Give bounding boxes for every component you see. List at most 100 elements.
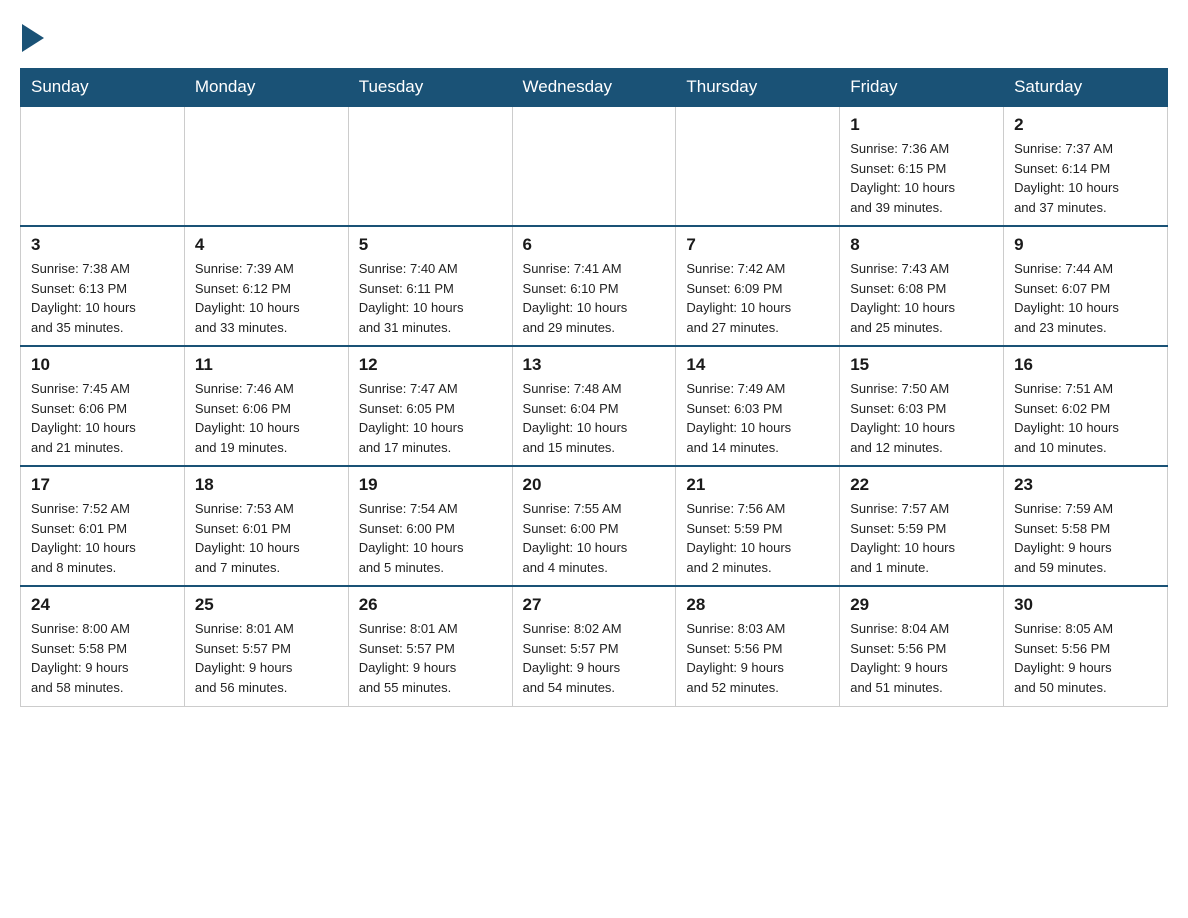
- day-info: Sunrise: 7:50 AMSunset: 6:03 PMDaylight:…: [850, 379, 993, 457]
- day-number: 3: [31, 235, 174, 255]
- day-number: 30: [1014, 595, 1157, 615]
- calendar-cell: 6 Sunrise: 7:41 AMSunset: 6:10 PMDaylight…: [512, 226, 676, 346]
- day-info: Sunrise: 7:56 AMSunset: 5:59 PMDaylight:…: [686, 499, 829, 577]
- calendar-cell: 20 Sunrise: 7:55 AMSunset: 6:00 PMDayligh…: [512, 466, 676, 586]
- day-info: Sunrise: 8:04 AMSunset: 5:56 PMDaylight:…: [850, 619, 993, 697]
- day-number: 24: [31, 595, 174, 615]
- day-info: Sunrise: 7:43 AMSunset: 6:08 PMDaylight:…: [850, 259, 993, 337]
- day-number: 17: [31, 475, 174, 495]
- day-info: Sunrise: 7:57 AMSunset: 5:59 PMDaylight:…: [850, 499, 993, 577]
- day-info: Sunrise: 7:53 AMSunset: 6:01 PMDaylight:…: [195, 499, 338, 577]
- day-header-friday: Friday: [840, 69, 1004, 107]
- day-number: 11: [195, 355, 338, 375]
- calendar-cell: 22 Sunrise: 7:57 AMSunset: 5:59 PMDayligh…: [840, 466, 1004, 586]
- calendar-cell: 16 Sunrise: 7:51 AMSunset: 6:02 PMDayligh…: [1004, 346, 1168, 466]
- day-number: 22: [850, 475, 993, 495]
- day-number: 29: [850, 595, 993, 615]
- day-info: Sunrise: 7:46 AMSunset: 6:06 PMDaylight:…: [195, 379, 338, 457]
- day-info: Sunrise: 8:01 AMSunset: 5:57 PMDaylight:…: [359, 619, 502, 697]
- day-header-sunday: Sunday: [21, 69, 185, 107]
- calendar-table: SundayMondayTuesdayWednesdayThursdayFrid…: [20, 68, 1168, 707]
- day-number: 7: [686, 235, 829, 255]
- day-number: 12: [359, 355, 502, 375]
- day-info: Sunrise: 7:38 AMSunset: 6:13 PMDaylight:…: [31, 259, 174, 337]
- calendar-cell: [512, 106, 676, 226]
- page-header: [20, 20, 1168, 52]
- day-number: 21: [686, 475, 829, 495]
- day-info: Sunrise: 7:48 AMSunset: 6:04 PMDaylight:…: [523, 379, 666, 457]
- day-info: Sunrise: 7:42 AMSunset: 6:09 PMDaylight:…: [686, 259, 829, 337]
- day-number: 9: [1014, 235, 1157, 255]
- day-info: Sunrise: 7:41 AMSunset: 6:10 PMDaylight:…: [523, 259, 666, 337]
- day-header-tuesday: Tuesday: [348, 69, 512, 107]
- day-number: 1: [850, 115, 993, 135]
- day-number: 5: [359, 235, 502, 255]
- calendar-cell: 4 Sunrise: 7:39 AMSunset: 6:12 PMDaylight…: [184, 226, 348, 346]
- day-header-wednesday: Wednesday: [512, 69, 676, 107]
- day-info: Sunrise: 7:54 AMSunset: 6:00 PMDaylight:…: [359, 499, 502, 577]
- day-number: 6: [523, 235, 666, 255]
- calendar-cell: 13 Sunrise: 7:48 AMSunset: 6:04 PMDayligh…: [512, 346, 676, 466]
- day-number: 13: [523, 355, 666, 375]
- calendar-cell: 15Sunrise: 7:50 AMSunset: 6:03 PMDayligh…: [840, 346, 1004, 466]
- day-info: Sunrise: 7:55 AMSunset: 6:00 PMDaylight:…: [523, 499, 666, 577]
- day-number: 19: [359, 475, 502, 495]
- day-info: Sunrise: 8:03 AMSunset: 5:56 PMDaylight:…: [686, 619, 829, 697]
- calendar-cell: [676, 106, 840, 226]
- day-info: Sunrise: 8:01 AMSunset: 5:57 PMDaylight:…: [195, 619, 338, 697]
- day-info: Sunrise: 7:49 AMSunset: 6:03 PMDaylight:…: [686, 379, 829, 457]
- calendar-cell: 12 Sunrise: 7:47 AMSunset: 6:05 PMDayligh…: [348, 346, 512, 466]
- day-info: Sunrise: 7:36 AMSunset: 6:15 PMDaylight:…: [850, 139, 993, 217]
- calendar-cell: 14 Sunrise: 7:49 AMSunset: 6:03 PMDayligh…: [676, 346, 840, 466]
- day-number: 27: [523, 595, 666, 615]
- logo-arrow-icon: [22, 24, 44, 52]
- calendar-cell: 18 Sunrise: 7:53 AMSunset: 6:01 PMDayligh…: [184, 466, 348, 586]
- calendar-cell: 9Sunrise: 7:44 AMSunset: 6:07 PMDaylight…: [1004, 226, 1168, 346]
- calendar-cell: 29 Sunrise: 8:04 AMSunset: 5:56 PMDayligh…: [840, 586, 1004, 706]
- day-header-monday: Monday: [184, 69, 348, 107]
- logo: [20, 20, 44, 52]
- calendar-cell: 1 Sunrise: 7:36 AMSunset: 6:15 PMDaylight…: [840, 106, 1004, 226]
- calendar-cell: 7 Sunrise: 7:42 AMSunset: 6:09 PMDaylight…: [676, 226, 840, 346]
- day-number: 23: [1014, 475, 1157, 495]
- calendar-cell: 26Sunrise: 8:01 AMSunset: 5:57 PMDayligh…: [348, 586, 512, 706]
- day-info: Sunrise: 8:00 AMSunset: 5:58 PMDaylight:…: [31, 619, 174, 697]
- calendar-cell: 3 Sunrise: 7:38 AMSunset: 6:13 PMDaylight…: [21, 226, 185, 346]
- day-number: 4: [195, 235, 338, 255]
- day-number: 25: [195, 595, 338, 615]
- day-number: 16: [1014, 355, 1157, 375]
- day-number: 28: [686, 595, 829, 615]
- week-row-1: 1 Sunrise: 7:36 AMSunset: 6:15 PMDaylight…: [21, 106, 1168, 226]
- calendar-cell: [348, 106, 512, 226]
- calendar-cell: 27 Sunrise: 8:02 AMSunset: 5:57 PMDayligh…: [512, 586, 676, 706]
- day-number: 10: [31, 355, 174, 375]
- day-header-saturday: Saturday: [1004, 69, 1168, 107]
- week-row-5: 24 Sunrise: 8:00 AMSunset: 5:58 PMDayligh…: [21, 586, 1168, 706]
- calendar-header-row: SundayMondayTuesdayWednesdayThursdayFrid…: [21, 69, 1168, 107]
- day-number: 8: [850, 235, 993, 255]
- calendar-cell: 8 Sunrise: 7:43 AMSunset: 6:08 PMDaylight…: [840, 226, 1004, 346]
- calendar-cell: 19 Sunrise: 7:54 AMSunset: 6:00 PMDayligh…: [348, 466, 512, 586]
- calendar-cell: [21, 106, 185, 226]
- day-number: 20: [523, 475, 666, 495]
- calendar-cell: 2Sunrise: 7:37 AMSunset: 6:14 PMDaylight…: [1004, 106, 1168, 226]
- calendar-cell: 24 Sunrise: 8:00 AMSunset: 5:58 PMDayligh…: [21, 586, 185, 706]
- week-row-4: 17 Sunrise: 7:52 AMSunset: 6:01 PMDayligh…: [21, 466, 1168, 586]
- day-info: Sunrise: 7:51 AMSunset: 6:02 PMDaylight:…: [1014, 379, 1157, 457]
- day-info: Sunrise: 7:45 AMSunset: 6:06 PMDaylight:…: [31, 379, 174, 457]
- calendar-cell: 25 Sunrise: 8:01 AMSunset: 5:57 PMDayligh…: [184, 586, 348, 706]
- calendar-cell: [184, 106, 348, 226]
- day-info: Sunrise: 7:47 AMSunset: 6:05 PMDaylight:…: [359, 379, 502, 457]
- day-info: Sunrise: 8:02 AMSunset: 5:57 PMDaylight:…: [523, 619, 666, 697]
- calendar-cell: 30Sunrise: 8:05 AMSunset: 5:56 PMDayligh…: [1004, 586, 1168, 706]
- calendar-cell: 17 Sunrise: 7:52 AMSunset: 6:01 PMDayligh…: [21, 466, 185, 586]
- day-info: Sunrise: 7:39 AMSunset: 6:12 PMDaylight:…: [195, 259, 338, 337]
- day-number: 2: [1014, 115, 1157, 135]
- calendar-cell: 10 Sunrise: 7:45 AMSunset: 6:06 PMDayligh…: [21, 346, 185, 466]
- day-header-thursday: Thursday: [676, 69, 840, 107]
- day-number: 18: [195, 475, 338, 495]
- week-row-3: 10 Sunrise: 7:45 AMSunset: 6:06 PMDayligh…: [21, 346, 1168, 466]
- day-number: 14: [686, 355, 829, 375]
- calendar-cell: 28 Sunrise: 8:03 AMSunset: 5:56 PMDayligh…: [676, 586, 840, 706]
- day-info: Sunrise: 7:52 AMSunset: 6:01 PMDaylight:…: [31, 499, 174, 577]
